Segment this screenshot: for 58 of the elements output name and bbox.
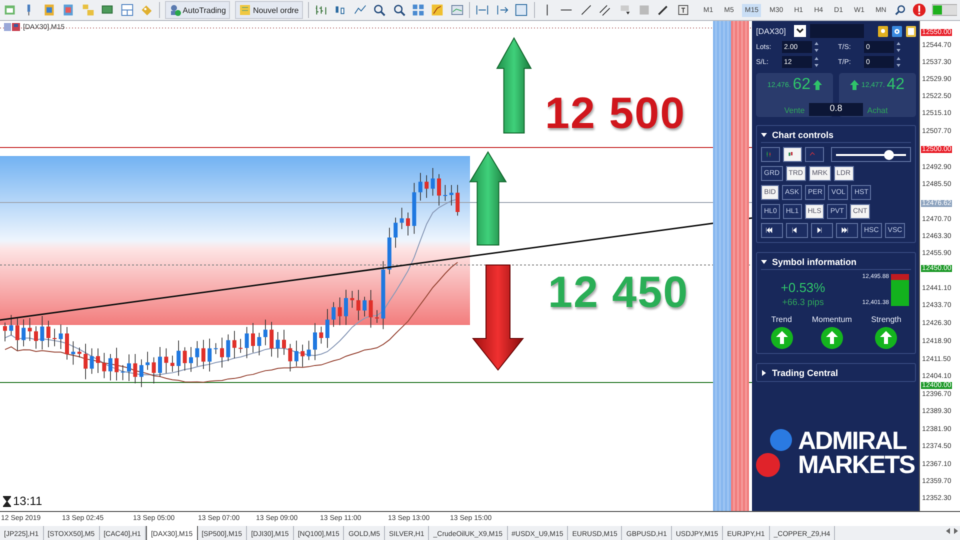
zoom-in-icon[interactable] (372, 2, 387, 18)
spinner-icon[interactable] (814, 56, 819, 68)
up-arrow-icon (812, 80, 822, 90)
quote-label: Vente (784, 106, 805, 115)
document-icon[interactable] (42, 2, 56, 18)
dropdown-icon[interactable] (794, 25, 806, 37)
text-icon[interactable] (676, 2, 690, 18)
bar-chart-icon[interactable] (783, 147, 802, 162)
skip-first-icon[interactable] (761, 223, 783, 238)
scroll-left-icon[interactable] (944, 526, 952, 536)
section-header[interactable]: Chart controls (761, 128, 911, 143)
template-icon[interactable] (450, 2, 464, 18)
tile-icon[interactable] (411, 2, 426, 18)
spread-field[interactable]: 0.8 (809, 103, 863, 116)
indicator-label: Trend (771, 315, 792, 324)
slider-thumb[interactable] (884, 150, 894, 160)
price-large: 62 (792, 76, 811, 94)
indicator-label: Strength (871, 315, 902, 324)
indicator-icon[interactable] (430, 2, 445, 18)
logo-text: ADMIRAL MARKETS (798, 429, 915, 477)
callout-text: 12 450 (548, 268, 689, 318)
section-header[interactable]: Symbol information (761, 255, 911, 270)
search-icon[interactable] (894, 3, 908, 17)
settings-icon[interactable] (892, 26, 902, 36)
indicator-label: Momentum (812, 315, 852, 324)
symbol-field[interactable] (810, 24, 864, 38)
collapse-icon (761, 259, 767, 265)
spinner-icon[interactable] (814, 41, 819, 53)
up-arrow-icon (850, 80, 860, 90)
clock-time: 13:11 (13, 494, 42, 508)
change-pips: +66.3 pips (782, 297, 824, 307)
logo-icon (756, 427, 792, 479)
collapse-icon (761, 132, 767, 138)
alert-icon[interactable] (912, 2, 926, 18)
hourglass-icon (3, 496, 11, 506)
new-order-button[interactable]: Nouvel ordre (234, 1, 303, 19)
channel-icon[interactable] (598, 2, 613, 18)
spinner-icon[interactable] (896, 41, 901, 53)
chart-symbol-icon (4, 23, 20, 31)
symbol-label: [DAX30] (756, 26, 787, 36)
change-percent: +0.53% (780, 280, 826, 295)
quote-label: Achat (867, 106, 888, 115)
scroll-right-icon[interactable] (952, 526, 960, 536)
window-icon[interactable] (906, 26, 916, 36)
zoom-out-icon[interactable] (392, 2, 406, 18)
autotrading-button[interactable]: AutoTrading (164, 1, 230, 19)
step-back-icon[interactable] (786, 223, 808, 238)
step-forward-icon[interactable] (811, 223, 833, 238)
expand-icon (761, 370, 767, 376)
skip-last-icon[interactable] (836, 223, 858, 238)
callout-text: 12 500 (545, 89, 686, 139)
grid-icon[interactable] (514, 2, 529, 18)
document-icon[interactable] (61, 2, 76, 18)
connection-status-icon (932, 3, 957, 17)
spinner-icon[interactable] (896, 56, 901, 68)
document-icon (238, 4, 251, 16)
zoom-slider[interactable] (831, 147, 911, 162)
price-large: 42 (886, 76, 905, 94)
